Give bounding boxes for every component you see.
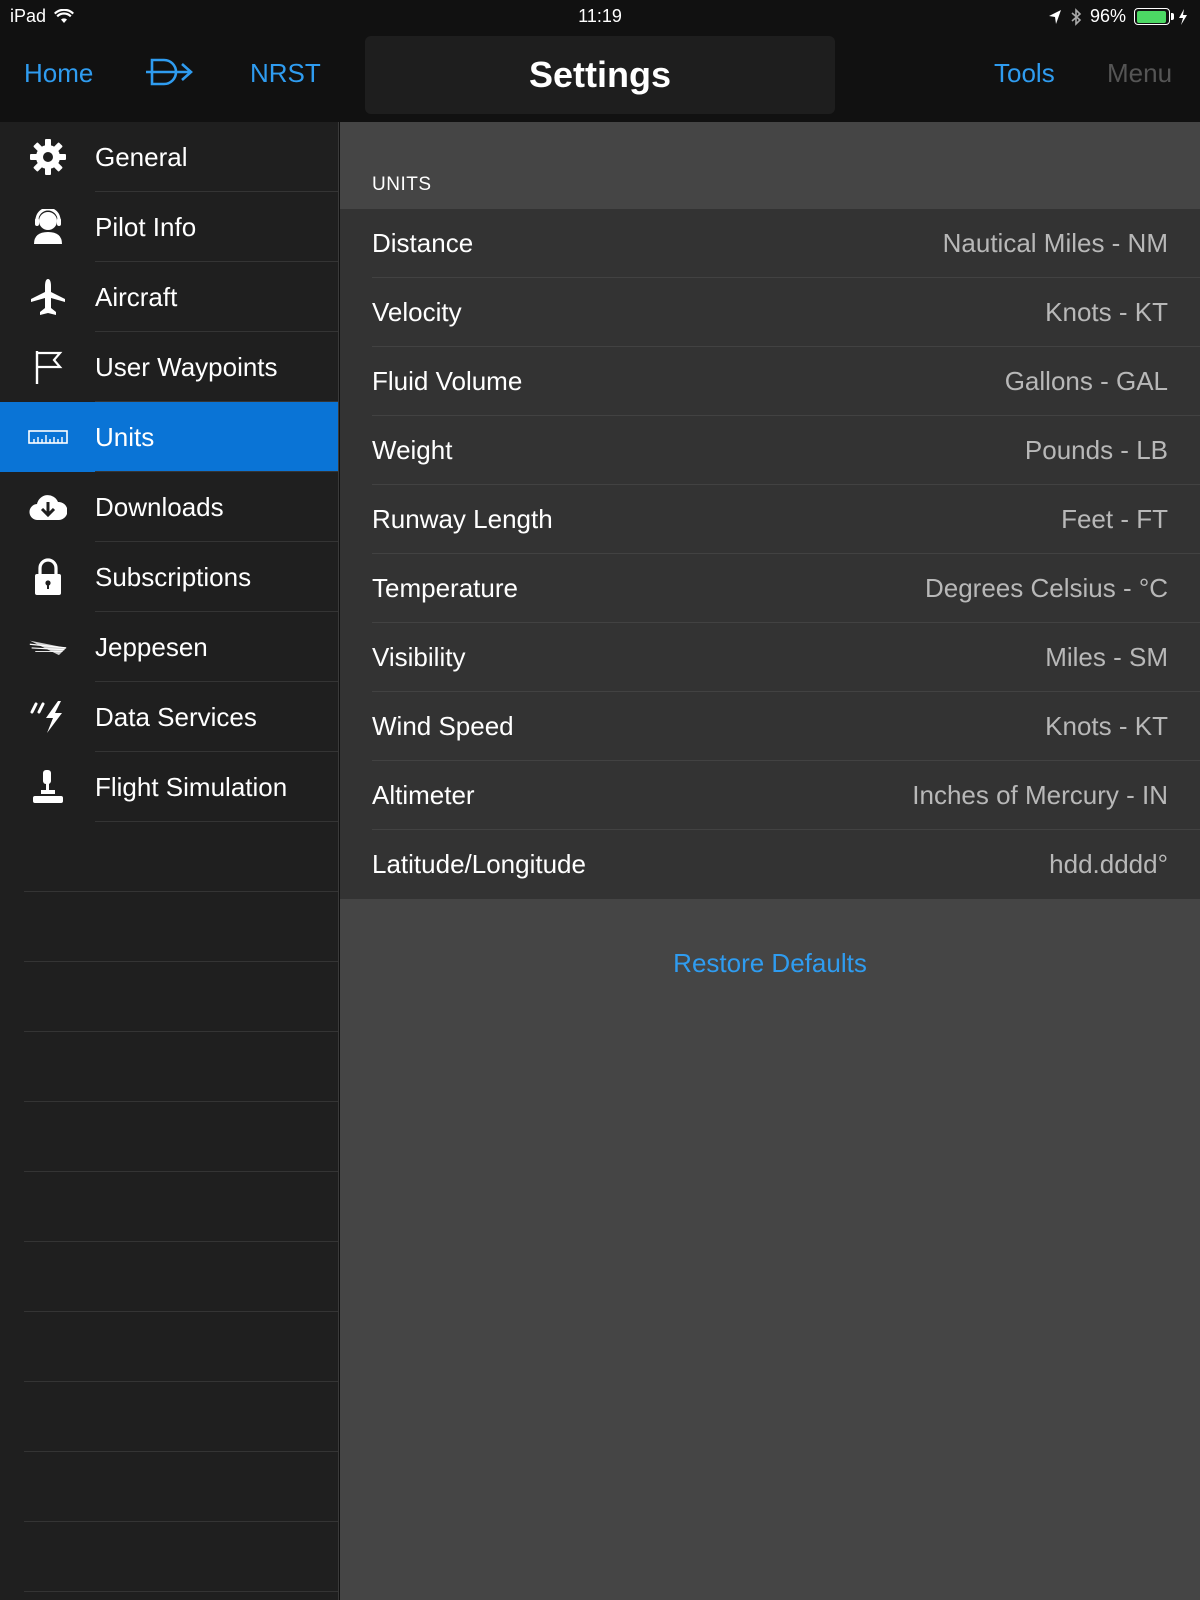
- ruler-icon: [28, 419, 68, 455]
- sidebar-item-aircraft[interactable]: Aircraft: [0, 262, 338, 332]
- sidebar-item-label: Pilot Info: [95, 211, 197, 242]
- row-label: Velocity: [372, 297, 462, 327]
- sidebar-item-flight-simulation[interactable]: Flight Simulation: [0, 752, 338, 822]
- row-value: Knots - KT: [1045, 711, 1168, 741]
- empty-row: [0, 1242, 338, 1312]
- status-right: 96%: [1048, 6, 1188, 27]
- bluetooth-icon: [1071, 7, 1082, 26]
- row-value: Knots - KT: [1045, 297, 1168, 327]
- row-value: Nautical Miles - NM: [942, 228, 1168, 258]
- settings-sidebar: General Pilot Info Aircraft User Waypoin…: [0, 122, 339, 1600]
- units-panel: UNITS Distance Nautical Miles - NM Veloc…: [340, 122, 1200, 1600]
- row-value: hdd.dddd°: [1049, 849, 1168, 879]
- home-button[interactable]: Home: [24, 58, 93, 89]
- pilot-icon: [28, 209, 68, 245]
- row-value: Feet - FT: [1061, 504, 1168, 534]
- status-bar: iPad 11:19 96%: [0, 0, 1200, 34]
- row-label: Runway Length: [372, 504, 553, 534]
- sidebar-item-subscriptions[interactable]: Subscriptions: [0, 542, 338, 612]
- sidebar-item-units[interactable]: Units: [0, 402, 338, 472]
- sidebar-item-label: Subscriptions: [95, 561, 252, 592]
- units-row-wind-speed[interactable]: Wind Speed Knots - KT: [340, 692, 1200, 761]
- battery-percent: 96%: [1089, 6, 1126, 26]
- row-value: Gallons - GAL: [1004, 366, 1168, 396]
- units-row-visibility[interactable]: Visibility Miles - SM: [340, 623, 1200, 692]
- direct-to-icon: [146, 58, 193, 86]
- row-label: Distance: [372, 228, 474, 258]
- joystick-icon: [28, 769, 68, 805]
- row-label: Wind Speed: [372, 711, 514, 741]
- units-row-fluid-volume[interactable]: Fluid Volume Gallons - GAL: [340, 347, 1200, 416]
- location-arrow-icon: [1048, 9, 1061, 24]
- empty-row: [0, 892, 338, 962]
- tools-button[interactable]: Tools: [994, 58, 1055, 89]
- lock-icon: [28, 558, 68, 595]
- row-value: Miles - SM: [1045, 642, 1168, 672]
- empty-row: [0, 822, 338, 892]
- row-value: Degrees Celsius - °C: [924, 573, 1168, 603]
- sidebar-item-jeppesen[interactable]: Jeppesen: [0, 612, 338, 682]
- units-row-altimeter[interactable]: Altimeter Inches of Mercury - IN: [340, 761, 1200, 830]
- jeppesen-icon: [28, 629, 68, 665]
- units-table: Distance Nautical Miles - NM Velocity Kn…: [340, 209, 1200, 899]
- sidebar-item-label: Units: [95, 421, 155, 452]
- nrst-button[interactable]: NRST: [250, 58, 321, 89]
- gear-icon: [28, 139, 68, 175]
- empty-row: [0, 1452, 338, 1522]
- empty-row: [0, 962, 338, 1032]
- direct-to-button[interactable]: [146, 56, 194, 95]
- sidebar-item-label: User Waypoints: [95, 351, 278, 382]
- empty-row: [0, 1522, 338, 1592]
- menu-button[interactable]: Menu: [1107, 58, 1172, 89]
- page-title: Settings: [365, 36, 835, 114]
- cloud-download-icon: [28, 489, 68, 525]
- row-label: Weight: [372, 435, 453, 465]
- units-row-runway-length[interactable]: Runway Length Feet - FT: [340, 485, 1200, 554]
- airplane-icon: [28, 279, 68, 315]
- row-label: Visibility: [372, 642, 466, 672]
- empty-row: [0, 1032, 338, 1102]
- units-row-latitude-longitude[interactable]: Latitude/Longitude hdd.dddd°: [340, 830, 1200, 899]
- sidebar-item-downloads[interactable]: Downloads: [0, 472, 338, 542]
- sidebar-item-user-waypoints[interactable]: User Waypoints: [0, 332, 338, 402]
- row-value: Pounds - LB: [1024, 435, 1168, 465]
- sidebar-item-general[interactable]: General: [0, 122, 338, 192]
- empty-row: [0, 1382, 338, 1452]
- restore-defaults-button[interactable]: Restore Defaults: [340, 948, 1200, 979]
- battery-icon: [1134, 8, 1174, 25]
- sidebar-item-label: Downloads: [95, 491, 224, 522]
- empty-row: [0, 1312, 338, 1382]
- section-header: UNITS: [372, 174, 432, 195]
- sidebar-item-label: General: [95, 141, 188, 172]
- status-time: 11:19: [578, 6, 622, 26]
- battery-fill: [1136, 10, 1167, 23]
- empty-row: [0, 1102, 338, 1172]
- units-row-weight[interactable]: Weight Pounds - LB: [340, 416, 1200, 485]
- units-row-temperature[interactable]: Temperature Degrees Celsius - °C: [340, 554, 1200, 623]
- row-label: Fluid Volume: [372, 366, 523, 396]
- row-label: Altimeter: [372, 780, 475, 810]
- row-value: Inches of Mercury - IN: [912, 780, 1168, 810]
- units-row-velocity[interactable]: Velocity Knots - KT: [340, 278, 1200, 347]
- lightning-icon: [28, 699, 68, 735]
- sidebar-item-label: Aircraft: [95, 281, 178, 312]
- sidebar-item-label: Jeppesen: [95, 631, 208, 662]
- charging-bolt-icon: [1179, 8, 1187, 25]
- nav-bar: Home NRST Settings Tools Menu: [0, 34, 1200, 122]
- units-row-distance[interactable]: Distance Nautical Miles - NM: [340, 209, 1200, 278]
- flag-icon: [28, 349, 68, 385]
- row-label: Temperature: [372, 573, 518, 603]
- row-label: Latitude/Longitude: [372, 849, 586, 879]
- sidebar-item-label: Data Services: [95, 701, 257, 732]
- sidebar-item-label: Flight Simulation: [95, 771, 288, 802]
- sidebar-item-pilot-info[interactable]: Pilot Info: [0, 192, 338, 262]
- sidebar-item-data-services[interactable]: Data Services: [0, 682, 338, 752]
- empty-row: [0, 1172, 338, 1242]
